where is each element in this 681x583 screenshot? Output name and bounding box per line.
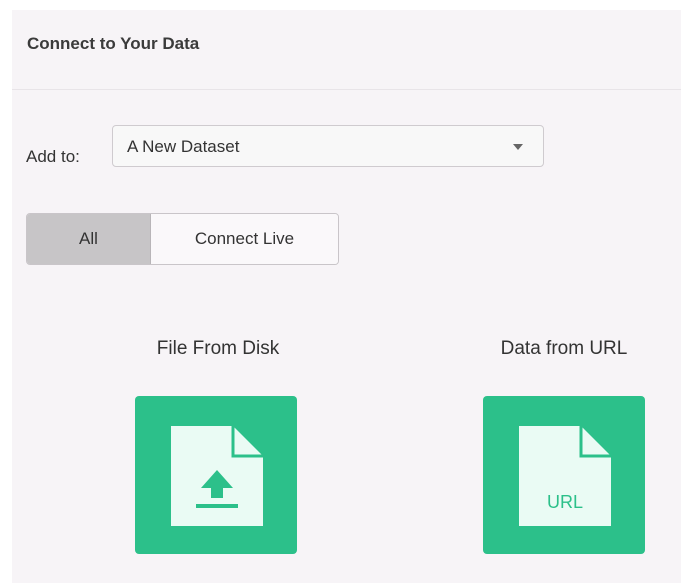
add-to-label: Add to: [26,147,80,166]
file-upload-icon [171,426,263,526]
data-from-url-label-wrap: Data from URL [454,338,674,360]
file-from-disk-label-wrap: File From Disk [108,338,328,360]
dataset-select[interactable]: A New Dataset [112,125,544,167]
file-from-disk-button[interactable] [135,396,297,554]
url-file-icon: URL [519,426,611,526]
url-icon-text: URL [547,492,583,512]
file-from-disk-label: File From Disk [156,338,280,359]
dataset-select-value: A New Dataset [127,137,240,156]
data-from-url-button[interactable]: URL [483,396,645,554]
data-from-url-label: Data from URL [500,338,628,359]
filter-connect-live-button[interactable]: Connect Live [151,214,338,264]
panel-header: Connect to Your Data [12,10,681,90]
connect-data-panel: Connect to Your Data Add to: A New Datas… [12,10,681,583]
connection-filter-toggle: All Connect Live [26,213,339,265]
filter-all-button[interactable]: All [27,214,151,264]
panel-title: Connect to Your Data [27,34,200,53]
chevron-down-icon [513,144,523,150]
